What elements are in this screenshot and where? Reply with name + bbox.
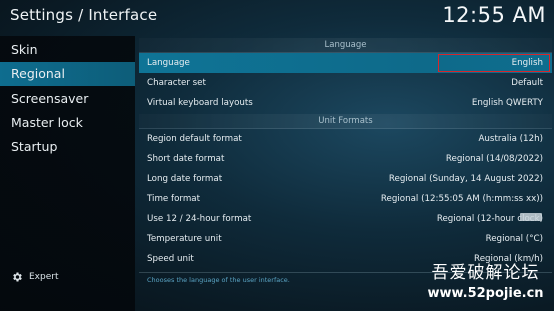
- setting-label: Use 12 / 24-hour format: [147, 214, 252, 224]
- watermark-url: www.52pojie.cn: [427, 286, 544, 301]
- kodi-settings-window: Settings / Interface 12:55 AM Skin Regio…: [0, 0, 554, 311]
- expert-label: Expert: [29, 272, 59, 282]
- expert-level-button[interactable]: Expert: [11, 271, 59, 283]
- highlight-box: [438, 54, 550, 72]
- setting-value: Regional (14/08/2022): [445, 154, 543, 164]
- clock: 12:55 AM: [442, 3, 546, 27]
- scrollbar-thumb[interactable]: [520, 213, 542, 221]
- sidebar-item-skin[interactable]: Skin: [0, 38, 135, 62]
- setting-label: Speed unit: [147, 254, 194, 264]
- setting-label: Language: [147, 58, 190, 68]
- setting-row-hour-format[interactable]: Use 12 / 24-hour format Regional (12-hou…: [139, 209, 552, 229]
- sidebar-item-regional[interactable]: Regional: [0, 62, 135, 86]
- setting-value: English QWERTY: [471, 98, 543, 108]
- setting-row-time-format[interactable]: Time format Regional (12:55:05 AM (h:mm:…: [139, 189, 552, 209]
- watermark: 吾爱破解论坛 www.52pojie.cn: [423, 262, 548, 304]
- settings-panel: Language Language English Character set …: [139, 38, 552, 288]
- setting-row-short-date-format[interactable]: Short date format Regional (14/08/2022): [139, 149, 552, 169]
- setting-row-language[interactable]: Language English: [139, 53, 552, 73]
- setting-label: Long date format: [147, 174, 223, 184]
- setting-value: Regional (12:55:05 AM (h:mm:ss xx)): [380, 194, 543, 204]
- setting-label: Temperature unit: [147, 234, 222, 244]
- sidebar: Skin Regional Screensaver Master lock St…: [0, 36, 135, 311]
- sidebar-item-screensaver[interactable]: Screensaver: [0, 87, 135, 111]
- sidebar-item-startup[interactable]: Startup: [0, 135, 135, 159]
- setting-row-region-default-format[interactable]: Region default format Australia (12h): [139, 129, 552, 149]
- setting-value: Regional (Sunday, 14 August 2022): [388, 174, 543, 184]
- setting-row-virtual-keyboard-layouts[interactable]: Virtual keyboard layouts English QWERTY: [139, 93, 552, 113]
- setting-label: Virtual keyboard layouts: [147, 98, 253, 108]
- section-header-unit-formats: Unit Formats: [139, 114, 552, 129]
- setting-label: Time format: [147, 194, 201, 204]
- setting-row-temperature-unit[interactable]: Temperature unit Regional (°C): [139, 229, 552, 249]
- watermark-title: 吾爱破解论坛: [431, 263, 540, 283]
- footer-hint: Chooses the language of the user interfa…: [147, 276, 290, 284]
- section-header-language: Language: [139, 38, 552, 53]
- setting-label: Character set: [147, 78, 206, 88]
- setting-row-long-date-format[interactable]: Long date format Regional (Sunday, 14 Au…: [139, 169, 552, 189]
- setting-value: Regional (°C): [485, 234, 543, 244]
- gear-icon: [13, 272, 22, 282]
- setting-row-character-set[interactable]: Character set Default: [139, 73, 552, 93]
- sidebar-item-master-lock[interactable]: Master lock: [0, 111, 135, 135]
- setting-label: Short date format: [147, 154, 225, 164]
- setting-value: Default: [511, 78, 543, 88]
- setting-label: Region default format: [147, 134, 242, 144]
- page-title: Settings / Interface: [10, 6, 158, 24]
- setting-value: Australia (12h): [478, 134, 543, 144]
